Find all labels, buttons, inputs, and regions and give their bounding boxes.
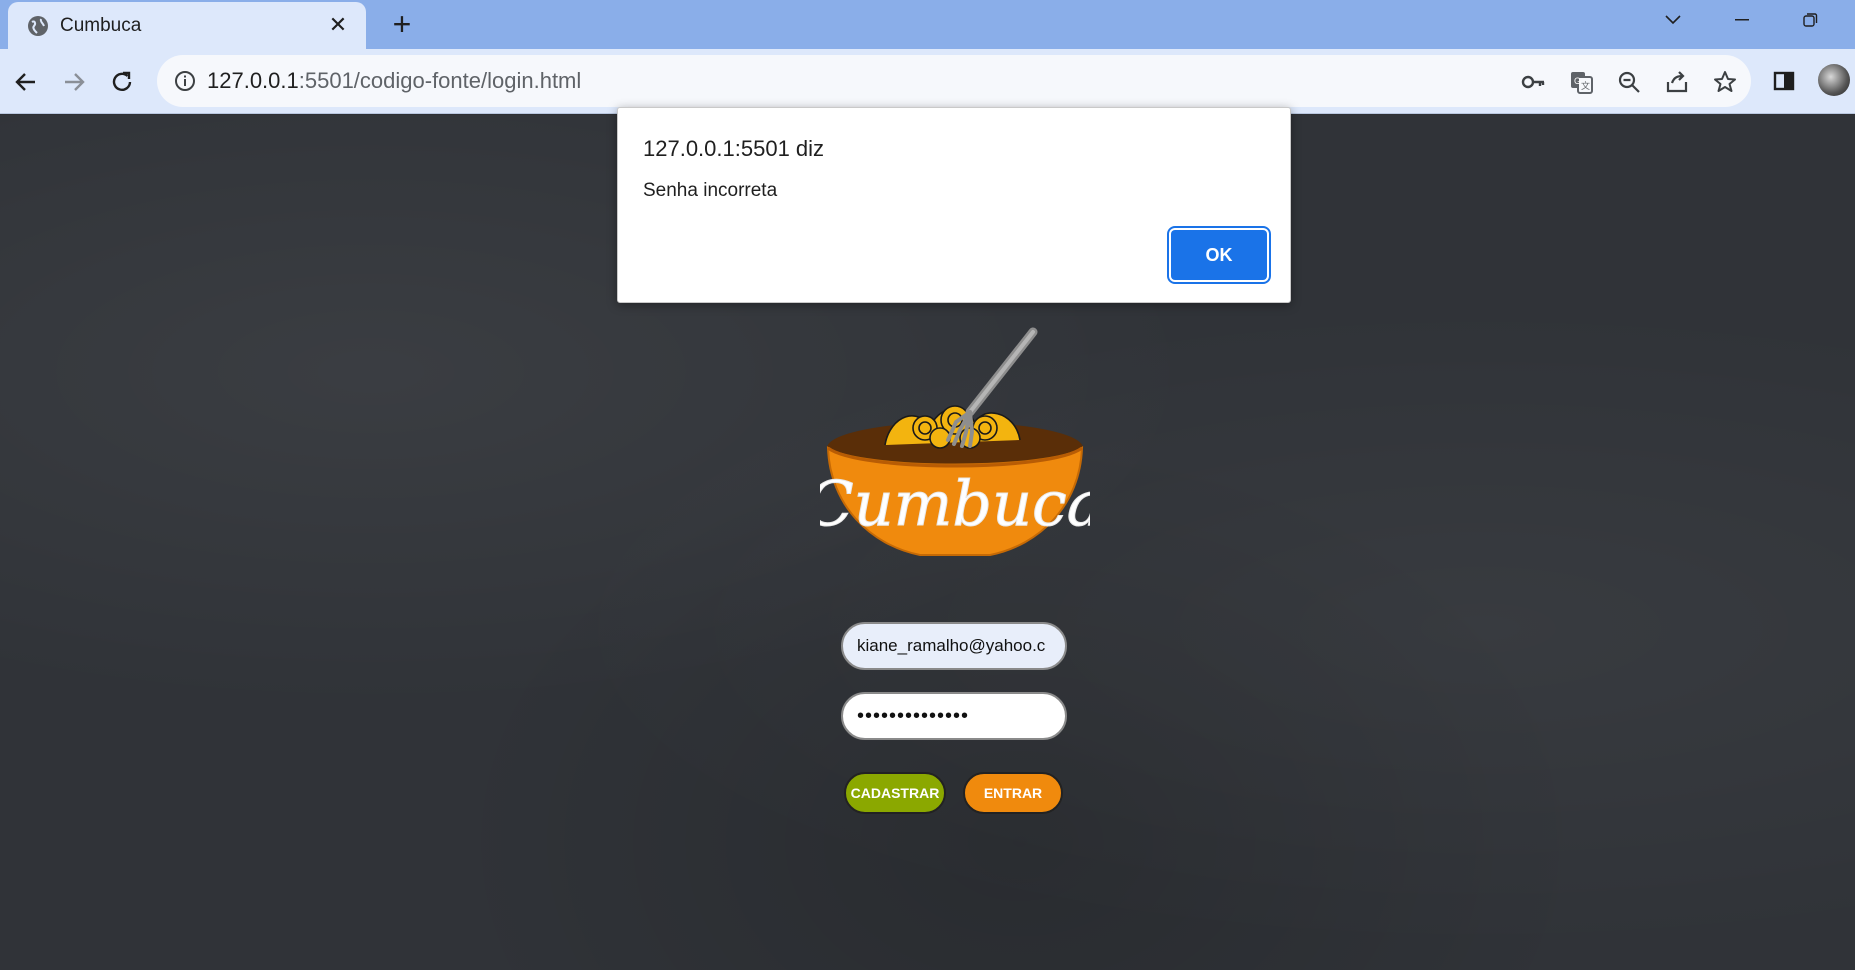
url-text: 127.0.0.1:5501/codigo-fonte/login.html xyxy=(207,68,582,93)
forward-icon[interactable] xyxy=(54,62,94,102)
cumbuca-logo: Cumbuca xyxy=(820,327,1090,556)
minimize-icon[interactable] xyxy=(1724,6,1760,34)
alert-dialog: 127.0.0.1:5501 diz Senha incorreta OK xyxy=(617,107,1291,303)
zoom-out-icon[interactable] xyxy=(1615,68,1643,96)
info-icon[interactable] xyxy=(173,69,197,93)
restore-icon[interactable] xyxy=(1792,6,1828,34)
enter-button[interactable]: ENTRAR xyxy=(963,772,1063,814)
key-icon[interactable] xyxy=(1519,68,1547,96)
share-icon[interactable] xyxy=(1663,68,1691,96)
logo-text: Cumbuca xyxy=(820,467,1090,540)
browser-toolbar: 127.0.0.1:5501/codigo-fonte/login.html G… xyxy=(0,49,1855,114)
email-field[interactable] xyxy=(841,622,1067,670)
chevron-down-icon[interactable] xyxy=(1655,6,1691,34)
sidepanel-icon[interactable] xyxy=(1768,65,1800,97)
ok-button[interactable]: OK xyxy=(1171,230,1267,280)
reload-icon[interactable] xyxy=(102,62,142,102)
close-icon[interactable]: ✕ xyxy=(324,11,352,39)
back-icon[interactable] xyxy=(6,62,46,102)
dialog-message: Senha incorreta xyxy=(643,180,778,201)
star-icon[interactable] xyxy=(1711,68,1739,96)
browser-tab[interactable]: Cumbuca ✕ xyxy=(8,2,366,49)
svg-text:G: G xyxy=(1574,76,1581,86)
translate-icon[interactable]: G文 xyxy=(1567,68,1595,96)
dialog-title: 127.0.0.1:5501 diz xyxy=(643,136,825,161)
svg-text:文: 文 xyxy=(1581,80,1590,91)
globe-icon xyxy=(26,14,50,38)
tab-title: Cumbuca xyxy=(60,15,142,36)
register-button[interactable]: CADASTRAR xyxy=(844,772,946,814)
plus-icon[interactable]: + xyxy=(384,6,420,42)
avatar[interactable] xyxy=(1818,64,1850,96)
address-bar[interactable]: 127.0.0.1:5501/codigo-fonte/login.html G… xyxy=(157,55,1751,107)
tab-strip: Cumbuca ✕ + xyxy=(0,0,1855,49)
password-field[interactable] xyxy=(841,692,1067,740)
